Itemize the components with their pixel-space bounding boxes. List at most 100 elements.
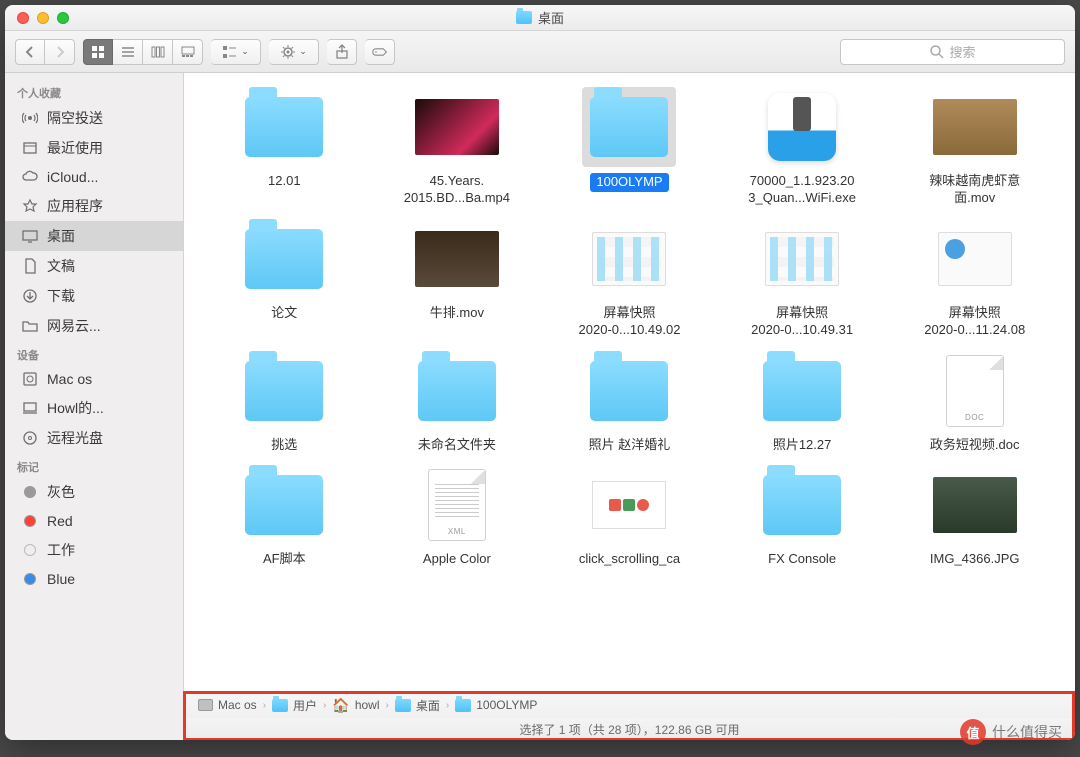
hdd-icon — [21, 370, 39, 388]
file-item[interactable]: 屏幕快照2020-0...11.24.08 — [892, 219, 1057, 339]
file-item[interactable]: FX Console — [720, 465, 885, 568]
file-item[interactable]: 挑选 — [202, 351, 367, 454]
file-label: click_scrolling_ca — [579, 551, 680, 568]
file-label: 未命名文件夹 — [418, 437, 496, 454]
file-label-2: 2015.BD...Ba.mp4 — [404, 190, 510, 207]
file-item[interactable]: 屏幕快照2020-0...10.49.31 — [720, 219, 885, 339]
sidebar-item-下载[interactable]: 下载 — [5, 281, 183, 311]
gallery-view-button[interactable] — [173, 39, 203, 65]
file-item[interactable]: click_scrolling_ca — [547, 465, 712, 568]
sidebar-label: 桌面 — [47, 226, 75, 246]
tags-button[interactable] — [365, 39, 395, 65]
sidebar-label: 网易云... — [47, 316, 101, 336]
file-item[interactable]: 照片12.27 — [720, 351, 885, 454]
file-item[interactable]: AF脚本 — [202, 465, 367, 568]
gear-icon — [280, 44, 296, 60]
breadcrumb-item[interactable]: Mac os — [198, 698, 257, 712]
status-bar: 选择了 1 项（共 28 项），122.86 GB 可用 — [184, 718, 1075, 740]
sidebar-label: Blue — [47, 571, 75, 587]
close-button[interactable] — [17, 12, 29, 24]
breadcrumb-item[interactable]: 桌面 — [395, 697, 440, 714]
sidebar-item-应用程序[interactable]: 应用程序 — [5, 191, 183, 221]
sidebar-item-文稿[interactable]: 文稿 — [5, 251, 183, 281]
breadcrumb-item[interactable]: 用户 — [272, 697, 317, 714]
thumbnail — [928, 465, 1022, 545]
sidebar-item-工作[interactable]: 工作 — [5, 535, 183, 565]
sidebar-item-iCloud...[interactable]: iCloud... — [5, 163, 183, 191]
search-icon — [929, 44, 945, 60]
column-view-button[interactable] — [143, 39, 173, 65]
file-item[interactable]: 未命名文件夹 — [375, 351, 540, 454]
icon-grid[interactable]: 12.0145.Years.2015.BD...Ba.mp4100OLYMP70… — [184, 73, 1075, 691]
file-label: 45.Years. — [430, 173, 484, 190]
thumbnail — [582, 219, 676, 299]
watermark-text: 什么值得买 — [992, 722, 1062, 742]
sidebar-item-灰色[interactable]: 灰色 — [5, 477, 183, 507]
sidebar-item-隔空投送[interactable]: 隔空投送 — [5, 103, 183, 133]
file-label: 辣味越南虎虾意 — [929, 173, 1020, 190]
file-item[interactable]: 辣味越南虎虾意面.mov — [892, 87, 1057, 207]
icon-view-button[interactable] — [83, 39, 113, 65]
tag-icon — [21, 570, 39, 588]
grid-icon — [90, 44, 106, 60]
toolbar: ⌄ ⌄ 搜索 — [5, 31, 1075, 73]
file-item[interactable]: DOC政务短视频.doc — [892, 351, 1057, 454]
finder-window: 桌面 ⌄ ⌄ 搜索 个人收藏隔空投送最近使用iCloud...应用程序桌面文稿下… — [5, 5, 1075, 740]
chevron-right-icon — [52, 44, 68, 60]
sidebar-item-最近使用[interactable]: 最近使用 — [5, 133, 183, 163]
path-bar[interactable]: Mac os›用户›🏠howl›桌面›100OLYMP — [184, 692, 1075, 718]
sidebar-label: 远程光盘 — [47, 428, 103, 448]
file-label-2: 2020-0...10.49.02 — [579, 322, 681, 339]
downloads-icon — [21, 287, 39, 305]
file-item[interactable]: XMLApple Color — [375, 465, 540, 568]
sidebar-item-Blue[interactable]: Blue — [5, 565, 183, 593]
folder-icon — [21, 317, 39, 335]
file-item[interactable]: 论文 — [202, 219, 367, 339]
sidebar-header: 个人收藏 — [5, 79, 183, 103]
file-label: 屏幕快照 — [776, 305, 828, 322]
sidebar-item-Red[interactable]: Red — [5, 507, 183, 535]
file-item[interactable]: IMG_4366.JPG — [892, 465, 1057, 568]
file-label-2: 面.mov — [954, 190, 995, 207]
file-item[interactable]: 屏幕快照2020-0...10.49.02 — [547, 219, 712, 339]
sidebar-label: 文稿 — [47, 256, 75, 276]
list-view-button[interactable] — [113, 39, 143, 65]
sidebar-item-Howl的...[interactable]: Howl的... — [5, 393, 183, 423]
titlebar[interactable]: 桌面 — [5, 5, 1075, 31]
sidebar-label: 应用程序 — [47, 196, 103, 216]
sidebar-item-远程光盘[interactable]: 远程光盘 — [5, 423, 183, 453]
thumbnail — [582, 465, 676, 545]
search-input[interactable]: 搜索 — [840, 39, 1065, 65]
sidebar-item-Mac os[interactable]: Mac os — [5, 365, 183, 393]
action-button[interactable]: ⌄ — [269, 39, 319, 65]
share-button[interactable] — [327, 39, 357, 65]
sidebar-header: 标记 — [5, 453, 183, 477]
sidebar-label: 隔空投送 — [47, 108, 103, 128]
nav-buttons — [15, 39, 75, 65]
sidebar-label: 灰色 — [47, 482, 75, 502]
thumbnail — [582, 87, 676, 167]
minimize-button[interactable] — [37, 12, 49, 24]
sidebar-item-网易云...[interactable]: 网易云... — [5, 311, 183, 341]
watermark: 值 什么值得买 — [960, 719, 1062, 745]
back-button[interactable] — [15, 39, 45, 65]
file-item[interactable]: 45.Years.2015.BD...Ba.mp4 — [375, 87, 540, 207]
sidebar-item-桌面[interactable]: 桌面 — [5, 221, 183, 251]
documents-icon — [21, 257, 39, 275]
file-item[interactable]: 100OLYMP — [547, 87, 712, 207]
disc-icon — [21, 429, 39, 447]
file-item[interactable]: 照片 赵洋婚礼 — [547, 351, 712, 454]
file-item[interactable]: 牛排.mov — [375, 219, 540, 339]
forward-button[interactable] — [45, 39, 75, 65]
group-button[interactable]: ⌄ — [211, 39, 261, 65]
title-text: 桌面 — [538, 8, 564, 27]
file-item[interactable]: 70000_1.1.923.203_Quan...WiFi.exe — [720, 87, 885, 207]
apps-icon — [21, 197, 39, 215]
thumbnail — [410, 351, 504, 431]
breadcrumb-item[interactable]: 🏠howl — [332, 697, 379, 714]
breadcrumb-item[interactable]: 100OLYMP — [455, 698, 537, 712]
list-icon — [120, 44, 136, 60]
file-item[interactable]: 12.01 — [202, 87, 367, 207]
maximize-button[interactable] — [57, 12, 69, 24]
sidebar[interactable]: 个人收藏隔空投送最近使用iCloud...应用程序桌面文稿下载网易云...设备M… — [5, 73, 184, 740]
